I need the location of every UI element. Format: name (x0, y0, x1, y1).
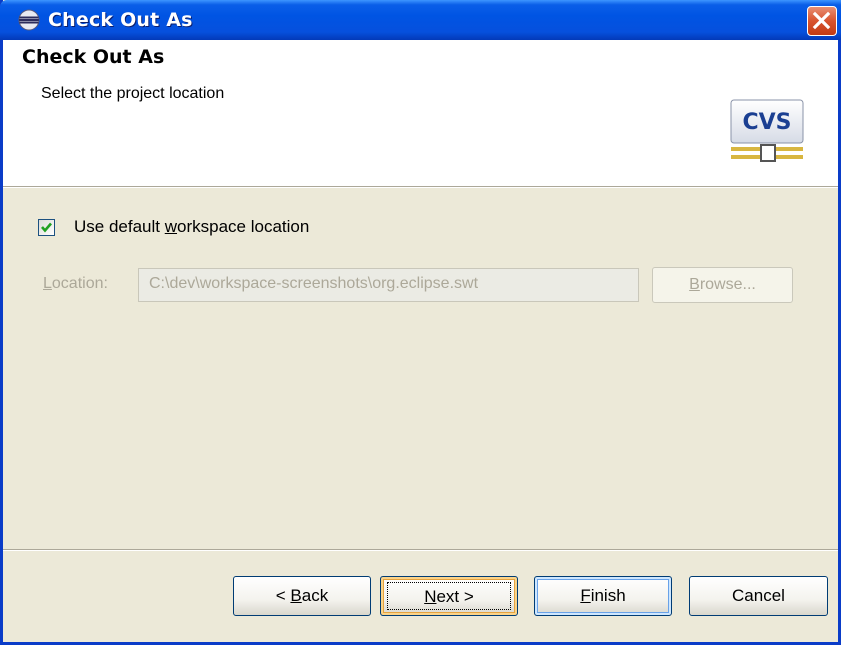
button-bar-separator (3, 549, 838, 551)
location-input[interactable]: C:\dev\workspace-screenshots\org.eclipse… (138, 268, 639, 302)
location-label: Location: (43, 275, 108, 292)
header-separator (3, 186, 838, 188)
cvs-logo-icon: CVS (727, 63, 805, 163)
finish-button[interactable]: Finish (534, 576, 672, 616)
default-location-checkbox[interactable] (38, 219, 55, 236)
wizard-subtitle: Select the project location (41, 85, 225, 102)
check-out-as-dialog: Check Out As Check Out As Select the pro… (0, 0, 841, 645)
back-button[interactable]: < Back (233, 576, 371, 616)
wizard-title: Check Out As (22, 46, 165, 68)
browse-button[interactable]: Browse... (652, 267, 793, 303)
title-bar[interactable]: Check Out As (0, 0, 841, 40)
eclipse-icon (18, 9, 40, 31)
close-button[interactable] (807, 6, 837, 36)
next-button[interactable]: Next > (380, 576, 518, 616)
default-location-label[interactable]: Use default workspace location (74, 217, 309, 237)
cvs-logo-text: CVS (742, 110, 791, 135)
focus-rectangle: Next > (387, 582, 511, 610)
window-title: Check Out As (48, 9, 193, 31)
check-mark-icon (41, 222, 52, 233)
cancel-button[interactable]: Cancel (689, 576, 828, 616)
close-icon (812, 11, 831, 30)
